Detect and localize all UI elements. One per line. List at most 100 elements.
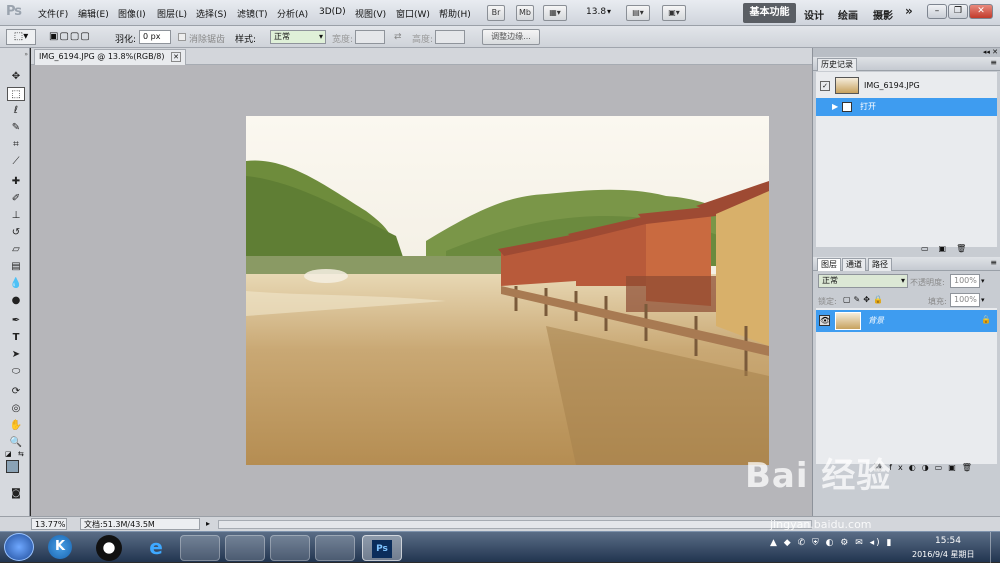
restore-icon[interactable]: ❐ [948, 4, 968, 19]
swap-colors-icon[interactable]: ⇆ [18, 450, 26, 458]
photoshop-taskbar-icon[interactable]: Ps [362, 535, 402, 561]
pen-tool-icon[interactable]: ✒ [7, 314, 25, 328]
default-colors-icon[interactable]: ◪ [5, 450, 13, 458]
clone-stamp-tool-icon[interactable]: ⊥ [7, 209, 25, 223]
visibility-eye-icon[interactable]: 👁 [819, 315, 830, 326]
chevron-down-icon[interactable]: ▾ [607, 7, 611, 16]
arrange-documents-icon[interactable]: ▤▾ [626, 5, 650, 21]
qq-icon[interactable] [96, 535, 122, 561]
history-snapshot[interactable]: ✓ IMG_6194.JPG [816, 75, 997, 97]
workspace-more[interactable]: » [905, 4, 913, 18]
minimize-icon[interactable]: – [927, 4, 947, 19]
eraser-tool-icon[interactable]: ▱ [7, 243, 25, 257]
clock-time[interactable]: 15:54 [935, 536, 961, 546]
menu-edit[interactable]: 编辑(E) [78, 7, 109, 20]
workspace-essentials[interactable]: 基本功能 [743, 3, 796, 23]
feather-input[interactable]: 0 px [139, 30, 171, 44]
horizontal-scrollbar[interactable] [218, 520, 812, 529]
width-input[interactable] [355, 30, 385, 44]
network-app-icon[interactable] [270, 535, 310, 561]
panel-menu-icon[interactable]: ≡ [990, 258, 997, 267]
lasso-tool-icon[interactable]: ℓ [7, 104, 25, 118]
3d-orbit-tool-icon[interactable]: ◎ [7, 402, 25, 416]
menu-file[interactable]: 文件(F) [38, 7, 68, 20]
quick-mask-icon[interactable]: ◙ [7, 487, 25, 501]
workspace-painting[interactable]: 绘画 [838, 7, 858, 22]
3d-rotate-tool-icon[interactable]: ⟳ [7, 385, 25, 399]
tab-layers[interactable]: 图层 [817, 258, 841, 271]
chevron-down-icon[interactable]: ▾ [981, 277, 985, 285]
marquee-tool-icon[interactable]: ⬚ [7, 87, 25, 101]
bridge-button[interactable]: Br [487, 5, 505, 21]
type-tool-icon[interactable]: T [7, 331, 25, 345]
tab-paths[interactable]: 路径 [868, 258, 892, 271]
internet-explorer-icon[interactable]: e [143, 535, 169, 561]
zoom-level[interactable]: 13.8 [586, 7, 606, 17]
mini-bridge-button[interactable]: Mb [516, 5, 534, 21]
tab-channels[interactable]: 通道 [842, 258, 866, 271]
hand-tool-icon[interactable]: ✋ [7, 419, 25, 433]
collapse-icon[interactable]: » [2, 51, 28, 59]
file-explorer-icon[interactable] [225, 535, 265, 561]
menu-layer[interactable]: 图层(L) [157, 7, 187, 20]
history-panel-actions[interactable]: ▭▣🗑 [921, 244, 1000, 254]
fill-input[interactable]: 100% [950, 293, 980, 307]
move-tool-icon[interactable]: ✥ [7, 70, 25, 84]
tool-preset-icon[interactable]: ⬚▾ [6, 29, 36, 45]
workspace-photography[interactable]: 摄影 [873, 7, 893, 22]
image-viewer-icon[interactable] [315, 535, 355, 561]
panel-menu-icon[interactable]: ≡ [990, 58, 997, 67]
zoom-status[interactable]: 13.77% [31, 518, 67, 530]
menu-3d[interactable]: 3D(D) [319, 7, 346, 17]
gradient-tool-icon[interactable]: ▤ [7, 260, 25, 274]
view-extras-icon[interactable]: ▦▾ [543, 5, 567, 21]
opacity-input[interactable]: 100% [950, 274, 980, 288]
shape-tool-icon[interactable]: ⬭ [7, 365, 25, 379]
history-brush-tool-icon[interactable]: ↺ [7, 226, 25, 240]
quick-select-tool-icon[interactable]: ✎ [7, 121, 25, 135]
tab-history[interactable]: 历史记录 [817, 58, 857, 71]
blend-mode-select[interactable]: 正常 ▾ [818, 274, 908, 288]
start-button-icon[interactable] [4, 533, 34, 561]
chevron-down-icon[interactable]: ▾ [981, 296, 985, 304]
layer-row[interactable]: 👁 背景 🔒 [816, 310, 997, 332]
collapse-icon[interactable]: ◂◂ ✕ [813, 48, 1000, 57]
crop-tool-icon[interactable]: ⌗ [7, 138, 25, 152]
close-icon[interactable]: ✕ [969, 4, 993, 19]
blur-tool-icon[interactable]: 💧 [7, 277, 25, 291]
zoom-tool-icon[interactable]: 🔍 [7, 436, 25, 450]
eyedropper-tool-icon[interactable]: ⟋ [7, 155, 25, 169]
antialias-checkbox[interactable] [178, 33, 186, 41]
status-menu-icon[interactable]: ▸ [206, 519, 210, 528]
history-brush-source-icon[interactable]: ✓ [820, 81, 830, 91]
style-select[interactable]: 正常 ▾ [270, 30, 326, 44]
path-select-tool-icon[interactable]: ➤ [7, 348, 25, 362]
swap-icon[interactable]: ⇄ [394, 32, 402, 42]
menu-select[interactable]: 选择(S) [196, 7, 227, 20]
firefox-icon[interactable] [180, 535, 220, 561]
foreground-color-swatch[interactable] [6, 460, 19, 473]
document-image[interactable] [246, 116, 769, 465]
menu-filter[interactable]: 滤镜(T) [237, 7, 268, 20]
menu-analysis[interactable]: 分析(A) [277, 7, 308, 20]
lock-icons[interactable]: ▢✎✥🔒 [843, 295, 886, 304]
clock-date[interactable]: 2016/9/4 星期日 [912, 549, 974, 560]
menu-image[interactable]: 图像(I) [118, 7, 146, 20]
menu-window[interactable]: 窗口(W) [396, 7, 430, 20]
dodge-tool-icon[interactable]: ● [7, 294, 25, 308]
refine-edge-button[interactable]: 调整边缘... [482, 29, 540, 45]
document-tab[interactable]: IMG_6194.JPG @ 13.8%(RGB/8) ✕ [34, 49, 186, 65]
kugou-icon[interactable]: K [48, 535, 72, 559]
selection-mode-icon[interactable]: ▣▢▢▢ [49, 29, 109, 45]
close-icon[interactable]: ✕ [171, 52, 181, 62]
layers-panel-actions[interactable]: ⛓fx◐◑▭▣🗑 [873, 463, 998, 475]
system-tray-icons[interactable]: ▲ ◆ ✆ ⛨ ◐ ⚙ ✉ ◂) ▮ [770, 538, 893, 548]
show-desktop-button[interactable] [990, 532, 1000, 563]
history-state[interactable]: ▶ 打开 [816, 98, 997, 116]
screen-mode-icon[interactable]: ▣▾ [662, 5, 686, 21]
menu-view[interactable]: 视图(V) [355, 7, 386, 20]
height-input[interactable] [435, 30, 465, 44]
brush-tool-icon[interactable]: ✐ [7, 192, 25, 206]
healing-brush-tool-icon[interactable]: ✚ [7, 175, 25, 189]
workspace-design[interactable]: 设计 [804, 7, 824, 22]
